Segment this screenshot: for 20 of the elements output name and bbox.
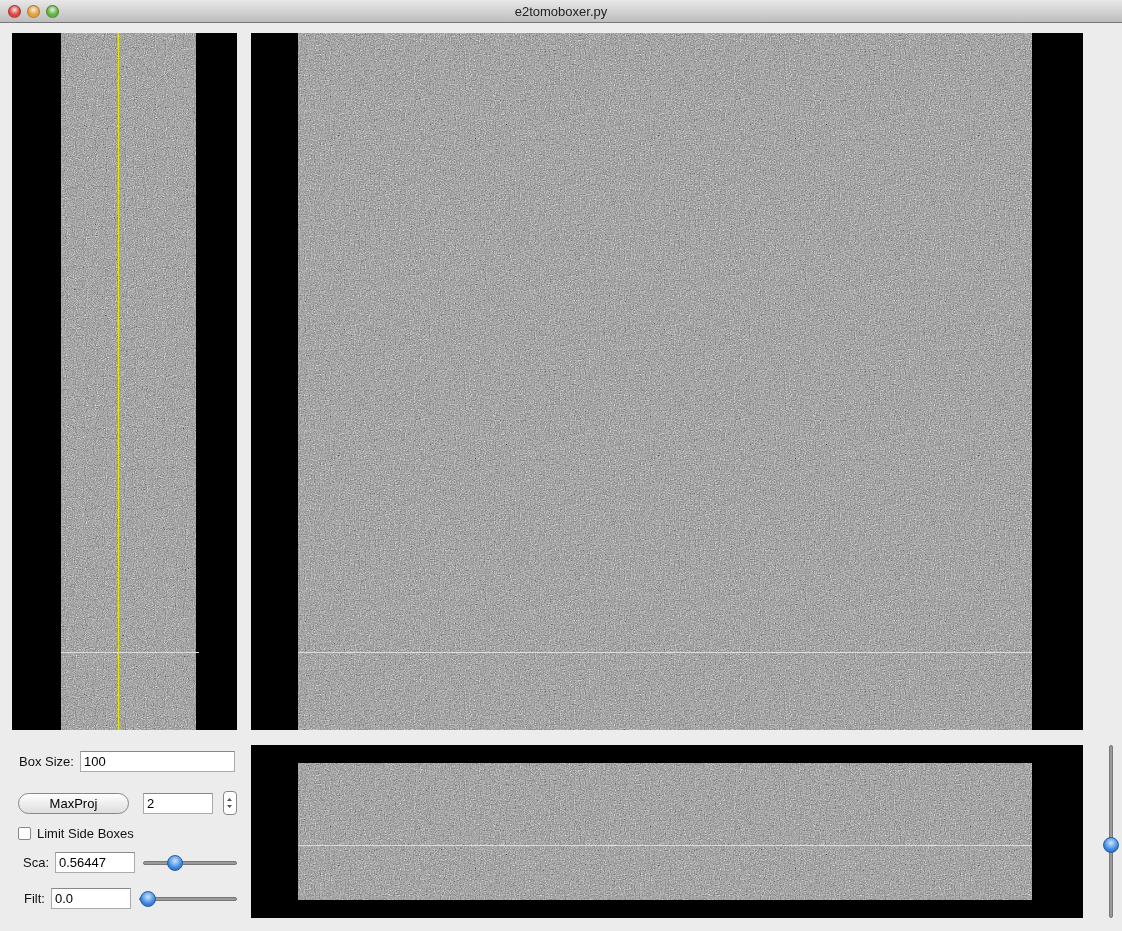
maxproj-field[interactable]: 2	[142, 792, 213, 814]
stepper-icon[interactable]	[222, 791, 237, 815]
filter-field[interactable]: 0.0	[50, 888, 131, 909]
filter-label: Filt:	[24, 891, 45, 906]
slider-thumb[interactable]	[166, 854, 183, 871]
box-size-label: Box Size:	[19, 754, 74, 769]
box-size-field[interactable]: 100	[79, 751, 235, 772]
side-view[interactable]	[12, 33, 237, 730]
slider-thumb[interactable]	[1102, 837, 1119, 854]
minimize-button[interactable]	[27, 4, 40, 18]
slider-thumb[interactable]	[139, 890, 156, 907]
limit-side-boxes-label: Limit Side Boxes	[37, 826, 134, 841]
limit-side-boxes-checkbox[interactable]	[18, 827, 31, 840]
bottom-view[interactable]	[251, 745, 1083, 918]
scale-label: Sca:	[23, 855, 49, 870]
maxproj-button[interactable]: MaxProj	[18, 792, 129, 814]
zoom-button[interactable]	[46, 4, 59, 18]
window-title: e2tomoboxer.py	[514, 3, 608, 19]
scale-field[interactable]: 0.56447	[55, 852, 135, 873]
close-button[interactable]	[8, 4, 21, 18]
